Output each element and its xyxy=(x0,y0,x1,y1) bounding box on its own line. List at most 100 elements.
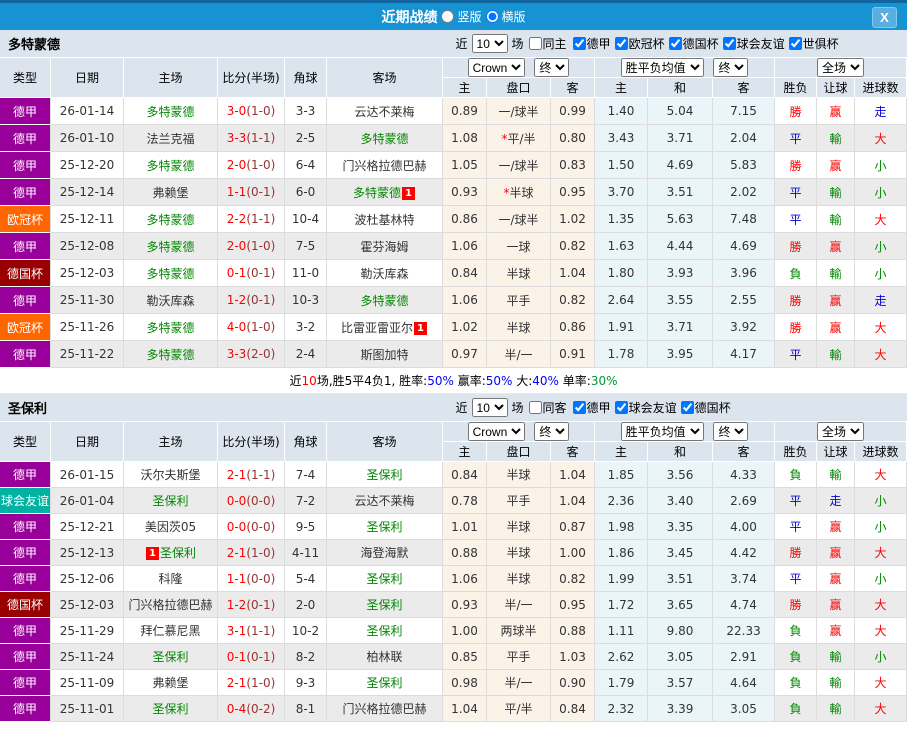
result-outcome: 負 xyxy=(775,618,818,644)
col-corner: 角球 xyxy=(285,58,327,98)
same-venue-filter[interactable]: 同客 xyxy=(527,399,567,416)
match-count-select[interactable]: 10 xyxy=(471,398,508,417)
corner-count: 11-0 xyxy=(285,260,327,287)
odds-stage-select[interactable]: 终 xyxy=(534,422,570,441)
match-row: 德甲 25-11-22 多特蒙德 3-3(2-0) 2-4 斯图加特 0.97 半/一 0.91… xyxy=(0,341,907,368)
home-team: 1 圣保利 xyxy=(124,540,218,566)
layout-radio-vertical[interactable]: 竖版 xyxy=(441,8,482,25)
handicap-value: 半球 xyxy=(487,514,551,540)
avg-draw-odds: 4.69 xyxy=(648,152,714,179)
summary-segment: 50% xyxy=(485,374,513,388)
match-row: 德甲 25-12-14 弗赖堡 1-1(0-1) 6-0 多特蒙德 1 0.93 *半球 0.95… xyxy=(0,179,907,206)
team-name: 圣保利 xyxy=(8,402,48,417)
col-score: 比分(半场) xyxy=(218,422,285,462)
league-filter[interactable]: 欧冠杯 xyxy=(613,35,665,52)
league-checkbox[interactable] xyxy=(788,36,802,50)
league-filter[interactable]: 德甲 xyxy=(571,399,611,416)
avg-stage-select[interactable]: 终 xyxy=(713,58,749,77)
avg-type-select[interactable]: 胜平负均值 xyxy=(620,58,704,77)
summary-segment: 场,胜5平4负1, 胜率: xyxy=(316,374,428,388)
summary-segment: 40% xyxy=(532,374,559,388)
match-row: 德甲 25-12-08 多特蒙德 2-0(1-0) 7-5 霍芬海姆 1.06 一球 0.82 1… xyxy=(0,233,907,260)
league-checkbox[interactable] xyxy=(722,36,736,50)
result-outcome: 負 xyxy=(775,644,818,670)
col-let-ball: 让球 xyxy=(817,442,856,462)
result-handicap: 赢 xyxy=(817,592,856,618)
col-avg-away: 客 xyxy=(713,78,776,98)
match-date: 25-12-13 xyxy=(51,540,124,566)
league-filters: 德甲 欧冠杯 德国杯 球会友谊 世俱杯 xyxy=(570,35,840,53)
league-filter[interactable]: 德国杯 xyxy=(667,35,719,52)
team-label: 多特蒙德 xyxy=(146,212,195,227)
match-score: 3-3(2-0) xyxy=(218,341,285,368)
close-button[interactable]: X xyxy=(872,7,897,28)
same-venue-checkbox[interactable] xyxy=(528,37,542,50)
odds-stage-select[interactable]: 终 xyxy=(534,58,570,77)
match-count-select[interactable]: 10 xyxy=(471,34,508,53)
league-type-badge: 德甲 xyxy=(0,287,51,314)
avg-home-odds: 1.80 xyxy=(595,260,649,287)
team-label: 比雷亚雷亚尔 xyxy=(341,320,414,335)
league-filter[interactable]: 德甲 xyxy=(571,35,611,52)
home-team: 弗赖堡 xyxy=(124,670,218,696)
league-checkbox[interactable] xyxy=(614,400,628,414)
league-filter[interactable]: 球会友谊 xyxy=(613,399,677,416)
avg-home-odds: 2.32 xyxy=(595,696,649,722)
col-away: 客场 xyxy=(327,422,443,462)
match-score: 3-1(1-1) xyxy=(218,618,285,644)
corner-count: 10-4 xyxy=(285,206,327,233)
same-venue-filter[interactable]: 同主 xyxy=(527,35,567,52)
away-team: 多特蒙德 1 xyxy=(327,179,443,206)
match-score: 2-1(1-0) xyxy=(218,540,285,566)
same-venue-checkbox[interactable] xyxy=(528,401,542,414)
fulltime-score: 2-2 xyxy=(226,212,247,226)
home-odds: 0.85 xyxy=(443,644,487,670)
away-odds: 1.04 xyxy=(551,462,596,488)
away-team: 云达不莱梅 xyxy=(327,98,443,125)
corner-count: 3-3 xyxy=(285,98,327,125)
team-label: 多特蒙德 xyxy=(146,104,195,119)
handicap-value: 半球 xyxy=(487,314,551,341)
league-checkbox[interactable] xyxy=(668,36,682,50)
horizontal-radio[interactable] xyxy=(485,10,499,23)
avg-draw-odds: 5.63 xyxy=(648,206,714,233)
league-filter[interactable]: 世俱杯 xyxy=(787,35,839,52)
fulltime-score: 0-1 xyxy=(226,266,247,280)
league-filter[interactable]: 德国杯 xyxy=(679,399,731,416)
layout-radio-horizontal[interactable]: 横版 xyxy=(485,8,526,25)
away-team: 斯图加特 xyxy=(327,341,443,368)
avg-home-odds: 1.98 xyxy=(595,514,649,540)
league-checkbox[interactable] xyxy=(614,36,628,50)
match-date: 25-12-11 xyxy=(51,206,124,233)
result-outcome: 平 xyxy=(775,206,818,233)
league-checkbox[interactable] xyxy=(680,400,694,414)
team-label: 多特蒙德 xyxy=(146,239,195,254)
avg-draw-odds: 3.93 xyxy=(648,260,714,287)
vertical-radio[interactable] xyxy=(441,10,455,23)
league-type-badge: 欧冠杯 xyxy=(0,206,51,233)
avg-draw-odds: 3.55 xyxy=(648,287,714,314)
league-checkbox[interactable] xyxy=(572,400,586,414)
halftime-score: (0-1) xyxy=(246,597,276,612)
league-checkbox[interactable] xyxy=(572,36,586,50)
halftime-score: (0-0) xyxy=(246,519,276,534)
avg-stage-select[interactable]: 终 xyxy=(713,422,749,441)
result-goals: 大 xyxy=(855,341,907,368)
team-label: 多特蒙德 xyxy=(146,158,195,173)
summary-segment: 赢率: xyxy=(453,374,486,388)
home-odds: 0.88 xyxy=(443,540,487,566)
avg-type-select[interactable]: 胜平负均值 xyxy=(620,422,704,441)
result-handicap: 赢 xyxy=(817,618,856,644)
scope-select[interactable]: 全场 xyxy=(817,58,865,77)
summary-segment: 单率: xyxy=(558,374,591,388)
summary-line: 近10场,胜5平4负1, 胜率:50% 赢率:50% 大:40% 单率:30% xyxy=(0,368,907,394)
avg-home-odds: 1.99 xyxy=(595,566,649,592)
home-odds: 0.93 xyxy=(443,592,487,618)
avg-draw-odds: 3.51 xyxy=(648,179,714,206)
bookmaker-select[interactable]: Crown xyxy=(467,58,525,77)
fulltime-score: 0-0 xyxy=(226,493,247,508)
scope-select[interactable]: 全场 xyxy=(817,422,865,441)
league-filter[interactable]: 球会友谊 xyxy=(721,35,785,52)
bookmaker-select[interactable]: Crown xyxy=(467,422,525,441)
match-date: 25-12-14 xyxy=(51,179,124,206)
